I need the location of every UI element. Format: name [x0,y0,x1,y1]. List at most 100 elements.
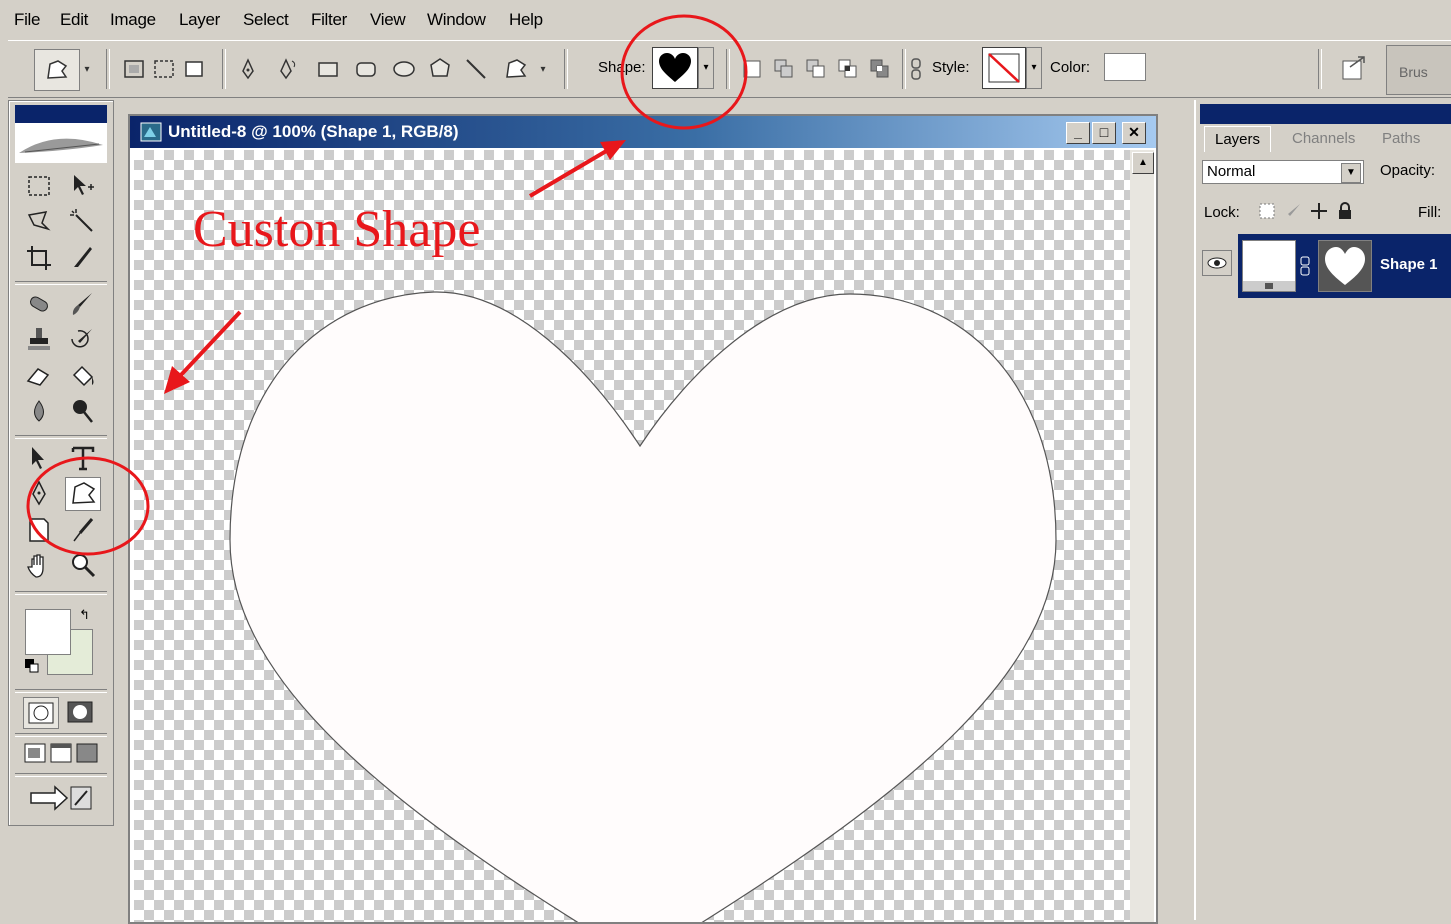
quick-mask-button[interactable] [63,697,97,727]
history-brush-tool[interactable] [65,323,101,357]
toolbox-title-bar[interactable] [15,105,107,123]
menu-view[interactable]: View [370,10,406,30]
color-swatch[interactable] [1104,53,1146,81]
brushes-palette-well[interactable]: Brus [1386,45,1451,95]
lasso-tool[interactable] [21,205,57,239]
notes-tool[interactable] [21,513,57,547]
slice-icon [74,247,92,267]
rounded-rectangle-option[interactable] [352,55,380,83]
vector-mask-thumbnail[interactable] [1318,240,1372,292]
lock-position-icon[interactable] [1310,202,1328,220]
feather-logo [15,123,107,163]
vertical-scrollbar[interactable]: ▲ [1130,150,1154,922]
menu-edit[interactable]: Edit [60,10,88,30]
menu-select[interactable]: Select [243,10,289,30]
options-bar: ▾ ▾ Shape: ▾ Style: ▾ Color: Brus [8,40,1451,98]
full-screen-mode-button[interactable] [75,741,99,765]
dodge-tool[interactable] [65,395,101,429]
shape-layers-button[interactable] [120,55,148,83]
paths-button[interactable] [150,55,178,83]
blend-mode-select[interactable]: Normal ▼ [1202,160,1364,184]
clone-stamp-icon [28,328,50,350]
layers-palette-title-bar[interactable] [1200,104,1451,124]
shape-picker[interactable] [652,47,698,89]
link-style-button[interactable] [906,55,926,83]
subtract-from-shape-area-button[interactable] [802,55,830,83]
tab-channels[interactable]: Channels [1282,126,1365,152]
shape-picker-dropdown[interactable]: ▾ [698,47,714,89]
pen-tool-option[interactable] [234,55,262,83]
brush-tool[interactable] [65,287,101,321]
swap-colors-icon[interactable]: ↰ [79,607,95,622]
zoom-tool[interactable] [65,549,101,583]
lock-label: Lock: [1204,204,1240,221]
healing-brush-tool[interactable] [21,287,57,321]
foreground-color-swatch[interactable] [25,609,71,655]
maximize-button[interactable]: □ [1092,122,1116,144]
eraser-tool[interactable] [21,359,57,393]
exclude-overlapping-areas-button[interactable] [866,55,894,83]
blur-tool[interactable] [21,395,57,429]
ellipse-option[interactable] [390,55,418,83]
menu-filter[interactable]: Filter [311,10,347,30]
eyedropper-tool[interactable] [65,513,101,547]
clone-stamp-tool[interactable] [21,323,57,357]
marquee-tool[interactable] [21,169,57,203]
add-to-shape-area-button[interactable] [770,55,798,83]
lock-transparency-icon[interactable] [1258,202,1276,220]
crop-tool[interactable] [21,241,57,275]
tab-paths[interactable]: Paths [1372,126,1430,152]
custom-shape-option[interactable] [502,55,530,83]
create-new-shape-layer-button[interactable] [738,55,766,83]
lock-image-icon[interactable] [1284,202,1302,220]
tool-preset-dropdown[interactable]: ▾ [80,49,94,89]
type-tool[interactable] [65,441,101,475]
fill-pixels-icon [185,61,203,77]
standard-mode-button[interactable] [23,697,59,729]
intersect-shape-areas-button[interactable] [834,55,862,83]
scroll-up-button[interactable]: ▲ [1132,152,1154,174]
menu-layer[interactable]: Layer [179,10,220,30]
magic-wand-tool[interactable] [65,205,101,239]
default-colors-icon[interactable] [25,659,39,673]
tab-layers[interactable]: Layers [1204,126,1272,152]
polygon-option[interactable] [426,55,454,83]
path-selection-tool[interactable] [21,441,57,475]
menu-file[interactable]: File [14,10,41,30]
style-picker[interactable] [982,47,1026,89]
layer-fill-thumbnail[interactable] [1242,240,1296,292]
document-title-bar[interactable]: Untitled-8 @ 100% (Shape 1, RGB/8) _ □ ✕ [130,116,1156,148]
full-screen-menu-mode-button[interactable] [49,741,73,765]
style-picker-dropdown[interactable]: ▾ [1026,47,1042,89]
jump-to-imageready-button[interactable] [27,781,97,815]
line-option[interactable] [462,55,490,83]
rectangle-option[interactable] [314,55,342,83]
go-to-bridge-button[interactable] [1336,51,1370,85]
pen-tool[interactable] [21,477,57,511]
layer-row[interactable]: Shape 1 [1238,234,1451,298]
canvas[interactable] [134,150,1130,922]
color-label: Color: [1050,59,1091,76]
tool-preset-picker[interactable] [34,49,80,91]
close-button[interactable]: ✕ [1122,122,1146,144]
fill-pixels-button[interactable] [180,55,208,83]
add-shape-icon [774,59,793,78]
paint-bucket-tool[interactable] [65,359,101,393]
lock-all-icon[interactable] [1336,202,1354,220]
hand-tool[interactable] [21,549,57,583]
menu-image[interactable]: Image [110,10,156,30]
custom-shape-tool[interactable] [65,477,101,511]
layer-visibility-toggle[interactable] [1202,250,1232,276]
line-icon [466,59,486,79]
standard-mode-icon [28,702,54,724]
standard-screen-mode-button[interactable] [23,741,47,765]
subtract-shape-icon [806,59,825,78]
menu-window[interactable]: Window [427,10,486,30]
screen-mode-full-icon [76,743,98,763]
move-tool[interactable] [65,169,101,203]
slice-tool[interactable] [65,241,101,275]
menu-help[interactable]: Help [509,10,543,30]
minimize-button[interactable]: _ [1066,122,1090,144]
freeform-pen-option[interactable] [274,55,302,83]
geometry-options-dropdown[interactable]: ▾ [536,55,550,83]
